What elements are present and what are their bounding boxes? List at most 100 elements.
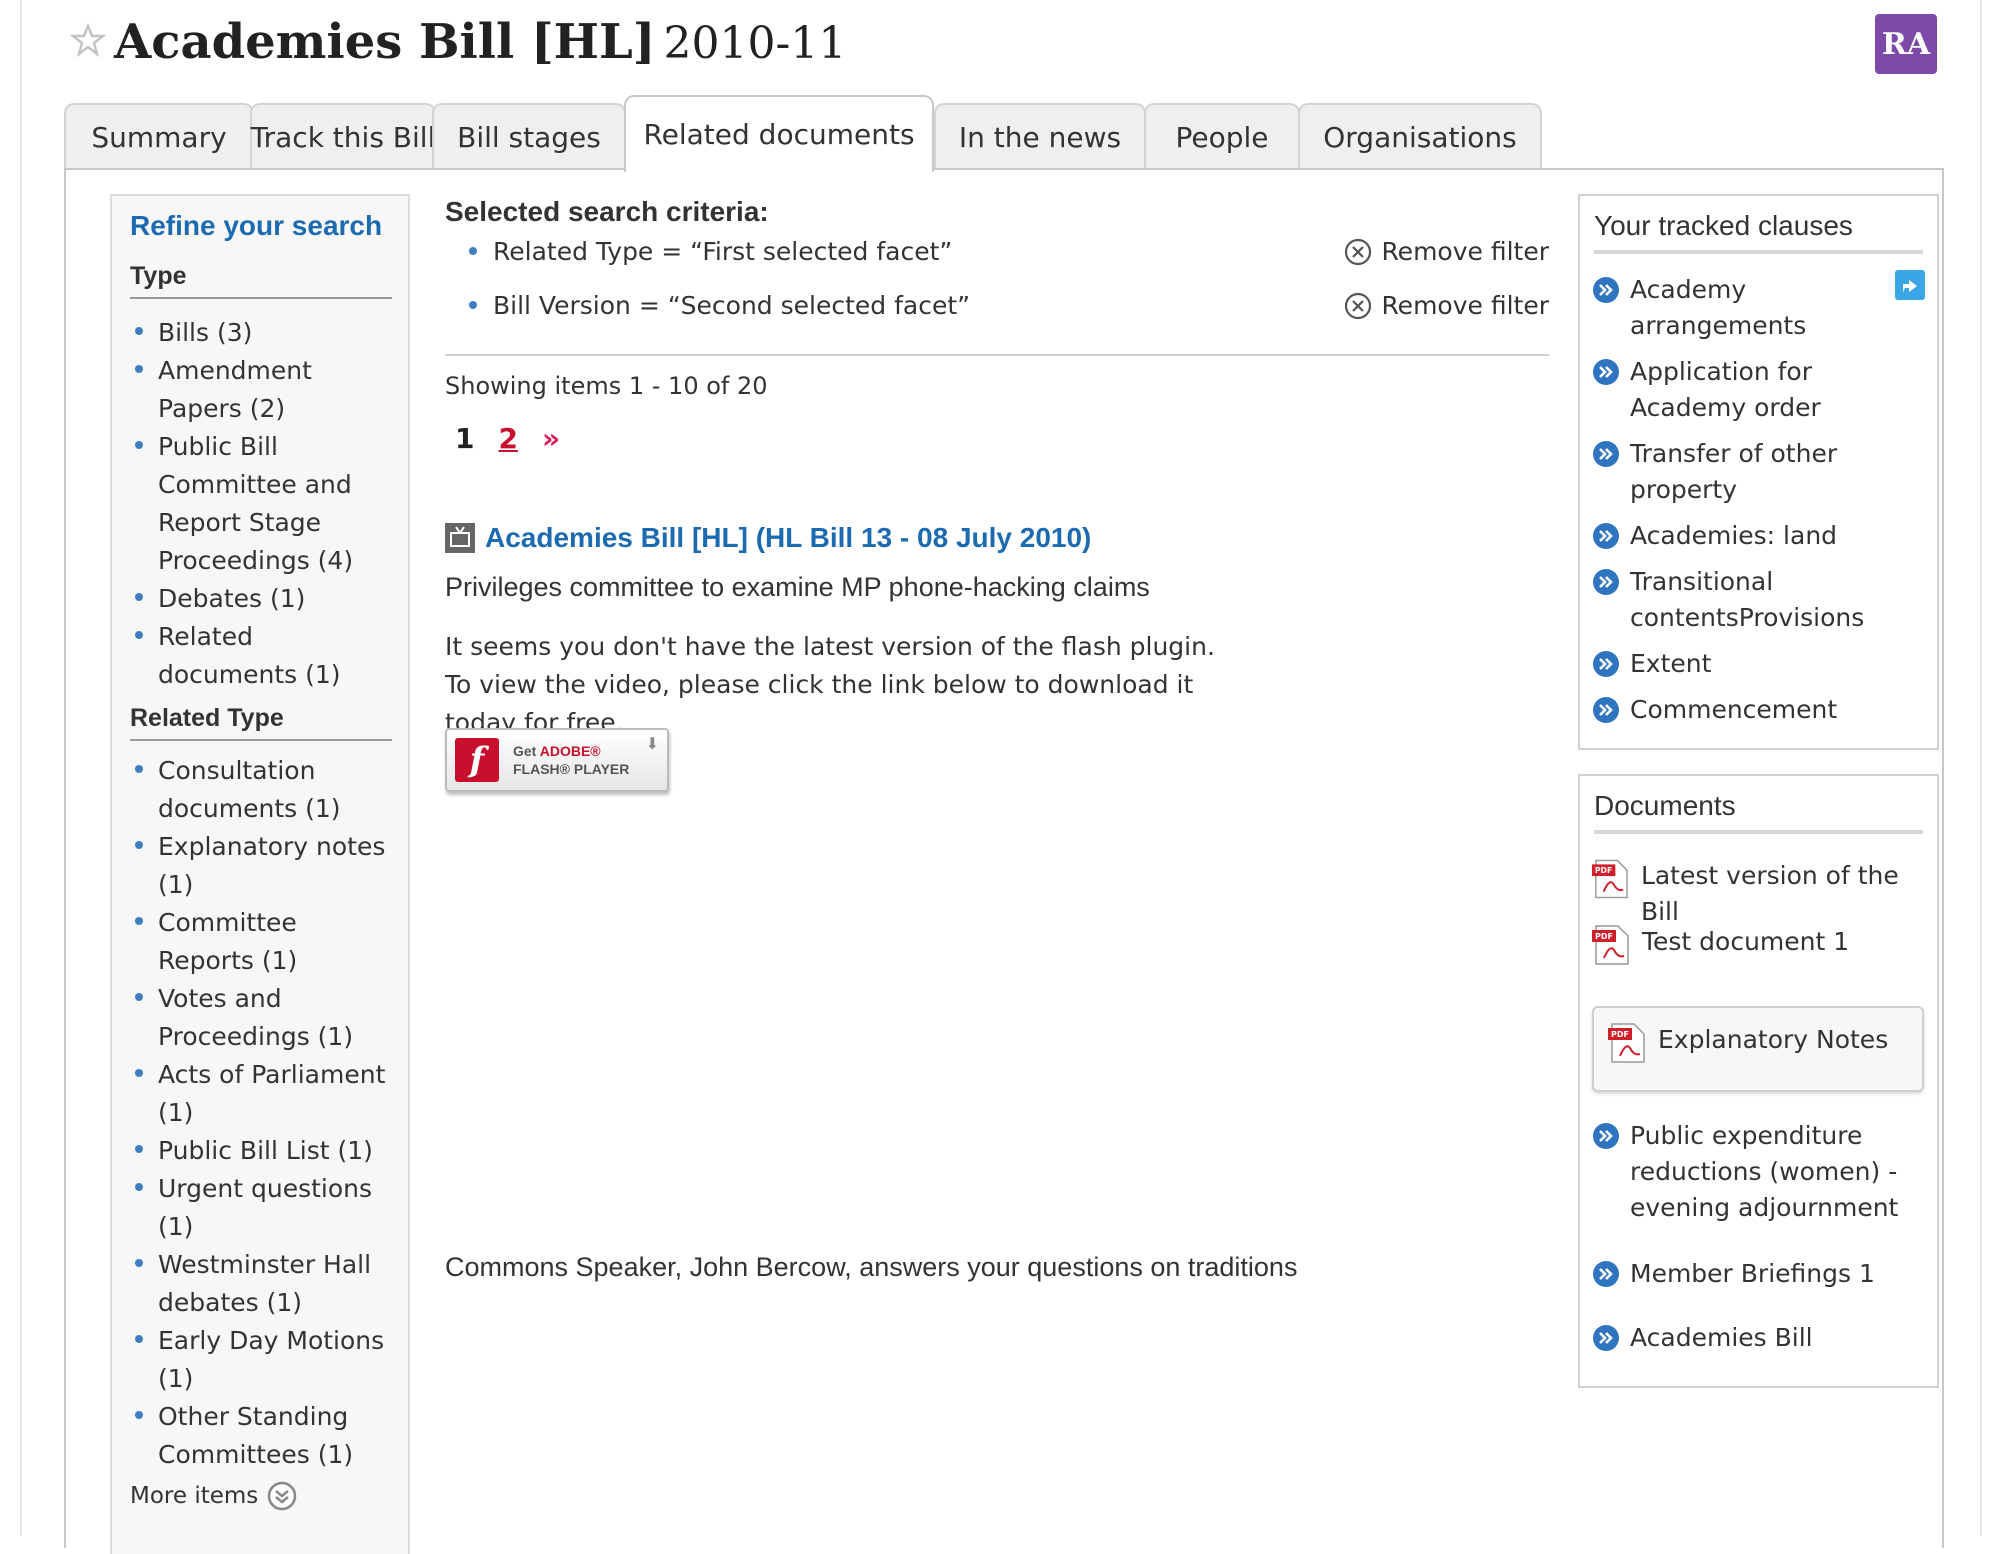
page-title: Academies Bill [HL] 2010-11 — [114, 14, 846, 70]
tracked-clause-item[interactable]: Commencement — [1592, 692, 1922, 728]
session-year: 2010-11 — [663, 18, 847, 69]
pdf-icon: PDF — [1608, 1023, 1645, 1063]
facet-item[interactable]: Westminster Hall debates (1) — [130, 1246, 400, 1322]
page-current: 1 — [455, 422, 475, 455]
chevron-down-circle-icon — [268, 1481, 297, 1511]
facet-item[interactable]: Consultation documents (1) — [130, 752, 400, 828]
page: Academies Bill [HL] 2010-11 RA Summary Tr… — [20, 0, 1982, 1554]
clause-label: Commencement — [1630, 695, 1838, 724]
remove-filter-label: Remove filter — [1381, 291, 1549, 320]
document-link-item[interactable]: Academies Bill — [1592, 1320, 1922, 1356]
tracked-clause-item[interactable]: Academy arrangements — [1592, 272, 1922, 344]
criteria-text: Bill Version = “Second selected facet” — [493, 291, 971, 320]
document-item[interactable]: PDF Latest version of the Bill — [1590, 858, 1937, 930]
svg-text:PDF: PDF — [1611, 1030, 1629, 1039]
tv-icon — [445, 523, 475, 553]
flash-badge-brand: ADOBE® — [539, 743, 601, 759]
flash-logo-icon: f — [455, 738, 499, 782]
document-item-highlighted[interactable]: PDF Explanatory Notes — [1592, 1006, 1924, 1092]
facet-item[interactable]: Related documents (1) — [130, 618, 400, 694]
double-chevron-icon — [1593, 359, 1619, 385]
refine-panel: Refine your search Type Bills (3) Amendm… — [110, 194, 410, 1554]
related-type-heading: Related Type — [130, 704, 392, 741]
tab-in-the-news[interactable]: In the news — [934, 103, 1146, 170]
page-link-2[interactable]: 2 — [498, 422, 517, 455]
flash-message: It seems you don't have the latest versi… — [445, 632, 1215, 737]
more-items-button[interactable]: More items — [130, 1480, 298, 1512]
bill-title: Academies Bill [HL] — [114, 14, 656, 70]
document-link-label: Member Briefings 1 — [1630, 1259, 1875, 1288]
clause-label: Academies: land — [1630, 521, 1838, 550]
results-count: Showing items 1 - 10 of 20 — [445, 372, 768, 400]
svg-text:PDF: PDF — [1595, 932, 1613, 941]
facet-item[interactable]: Public Bill List (1) — [130, 1132, 400, 1170]
tab-bill-stages[interactable]: Bill stages — [432, 103, 626, 170]
tracked-clause-item[interactable]: Transitional contentsProvisions — [1592, 564, 1922, 636]
document-link-label: Public expenditure reductions (women) - … — [1630, 1121, 1899, 1222]
facet-item[interactable]: Debates (1) — [130, 580, 400, 618]
document-item[interactable]: PDF Test document 1 — [1590, 924, 1849, 966]
remove-filter-button[interactable]: Remove filter — [1343, 288, 1549, 324]
get-flash-player-button[interactable]: f Get ADOBE® FLASH® PLAYER ⬇ — [445, 728, 669, 792]
criteria-title: Selected search criteria: — [445, 196, 769, 227]
document-label: Test document 1 — [1642, 927, 1850, 956]
bullet — [469, 301, 477, 309]
double-chevron-icon — [1593, 1325, 1619, 1351]
document-item: PDF Explanatory Notes — [1606, 1022, 1888, 1064]
pdf-icon: PDF — [1592, 925, 1629, 965]
related-type-facet-list: Consultation documents (1) Explanatory n… — [130, 752, 400, 1474]
header: Academies Bill [HL] 2010-11 RA — [22, 0, 1980, 100]
pagination: 1 2 » — [455, 422, 560, 455]
facet-item[interactable]: Bills (3) — [130, 314, 400, 352]
tab-summary[interactable]: Summary — [64, 103, 254, 170]
pdf-icon: PDF — [1591, 859, 1628, 899]
document-link-label: Academies Bill — [1630, 1323, 1813, 1352]
svg-text:PDF: PDF — [1595, 866, 1612, 875]
tab-people[interactable]: People — [1144, 103, 1300, 170]
result-title: Academies Bill [HL] (HL Bill 13 - 08 Jul… — [445, 522, 1091, 554]
facet-item[interactable]: Committee Reports (1) — [130, 904, 400, 980]
remove-filter-button[interactable]: Remove filter — [1343, 234, 1549, 270]
next-page-link[interactable]: » — [542, 422, 560, 455]
facet-item[interactable]: Votes and Proceedings (1) — [130, 980, 400, 1056]
double-chevron-icon — [1593, 523, 1619, 549]
result-title-link[interactable]: Academies Bill [HL] (HL Bill 13 - 08 Jul… — [485, 522, 1091, 554]
facet-item[interactable]: Explanatory notes (1) — [130, 828, 400, 904]
tracked-clause-item[interactable]: Transfer of other property — [1592, 436, 1922, 508]
double-chevron-icon — [1593, 697, 1619, 723]
document-link-item[interactable]: Member Briefings 1 — [1592, 1256, 1922, 1292]
flash-badge-player: FLASH® PLAYER — [513, 761, 630, 777]
facet-item[interactable]: Early Day Motions (1) — [130, 1322, 400, 1398]
tracked-clause-item[interactable]: Academies: land — [1592, 518, 1922, 554]
clause-label: Academy arrangements — [1630, 275, 1807, 340]
tracked-clause-item[interactable]: Extent — [1592, 646, 1922, 682]
tracked-clause-item[interactable]: Application for Academy order — [1592, 354, 1922, 426]
double-chevron-icon — [1593, 1123, 1619, 1149]
document-link-item[interactable]: Public expenditure reductions (women) - … — [1592, 1118, 1922, 1226]
facet-item[interactable]: Acts of Parliament (1) — [130, 1056, 400, 1132]
document-label: Explanatory Notes — [1658, 1025, 1889, 1054]
clause-label: Transfer of other property — [1630, 439, 1838, 504]
tab-organisations[interactable]: Organisations — [1298, 103, 1542, 170]
divider — [445, 354, 1549, 356]
documents-panel: Documents PDF Latest version of the Bill… — [1578, 774, 1939, 1388]
result-description: Privileges committee to examine MP phone… — [445, 572, 1150, 602]
bullet — [469, 247, 477, 255]
double-chevron-icon — [1593, 651, 1619, 677]
more-items-label: More items — [130, 1483, 259, 1509]
type-facet-list: Bills (3) Amendment Papers (2) Public Bi… — [130, 314, 400, 694]
tab-track-this-bill[interactable]: Track this Bill — [250, 103, 436, 170]
documents-title: Documents — [1594, 790, 1923, 834]
facet-item[interactable]: Urgent questions (1) — [130, 1170, 400, 1246]
facet-item[interactable]: Amendment Papers (2) — [130, 352, 400, 428]
clause-label: Application for Academy order — [1630, 357, 1821, 422]
criteria-row: Bill Version = “Second selected facet” R… — [445, 288, 1549, 328]
refine-title: Refine your search — [130, 210, 383, 241]
avatar[interactable]: RA — [1875, 14, 1937, 74]
star-icon[interactable] — [68, 20, 108, 60]
double-chevron-icon — [1593, 569, 1619, 595]
tab-related-documents[interactable]: Related documents — [624, 95, 934, 172]
tracked-clauses-title: Your tracked clauses — [1594, 210, 1923, 254]
facet-item[interactable]: Public Bill Committee and Report Stage P… — [130, 428, 400, 580]
facet-item[interactable]: Other Standing Committees (1) — [130, 1398, 400, 1474]
